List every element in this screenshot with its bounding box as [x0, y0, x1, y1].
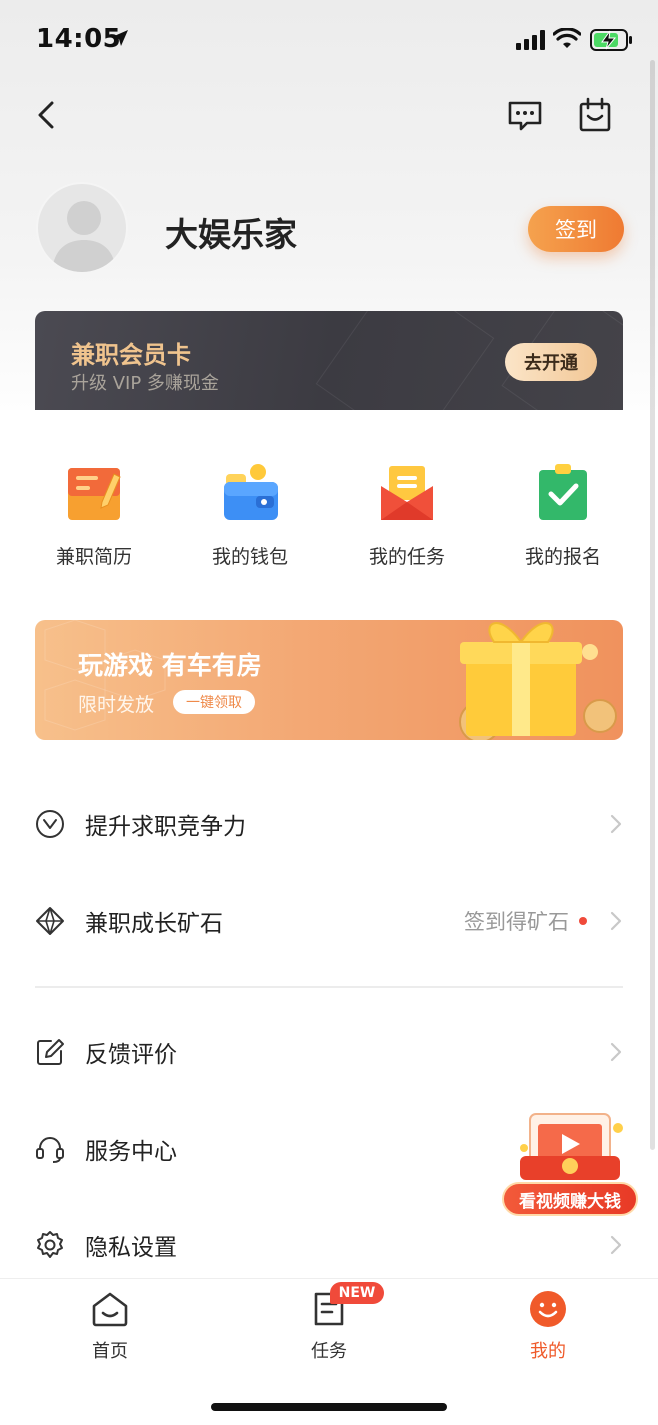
floating-video-ad[interactable]: 看视频赚大钱 — [500, 1108, 640, 1220]
username[interactable]: 大娱乐家 — [165, 208, 297, 256]
menu-item-growth-ore[interactable]: 兼职成长矿石 签到得矿石 — [35, 891, 623, 951]
menu-item-right — [609, 1215, 623, 1275]
chevron-right-icon — [610, 1235, 622, 1255]
card-decoration — [315, 311, 495, 421]
quick-action-wallet[interactable]: 我的钱包 — [195, 462, 305, 572]
menu-item-right: 签到得矿石 — [464, 891, 623, 951]
quick-action-label: 我的钱包 — [211, 546, 288, 568]
menu-item-privacy[interactable]: 隐私设置 — [35, 1215, 623, 1275]
quick-action-label: 我的报名 — [524, 546, 601, 568]
promo-banner[interactable]: 玩游戏 有车有房 限时发放 一键领取 — [35, 620, 623, 740]
banner-title: 玩游戏 有车有房 — [78, 651, 262, 680]
quick-action-signups[interactable]: 我的报名 — [508, 462, 618, 572]
gear-icon — [37, 1231, 63, 1258]
menu-item-label: 兼职成长矿石 — [85, 911, 223, 937]
menu-item-right — [609, 1022, 623, 1082]
wallet-icon — [224, 464, 278, 520]
chevron-right-icon — [610, 814, 622, 834]
headset-icon — [36, 1137, 64, 1163]
menu-item-label: 提升求职竞争力 — [85, 814, 246, 840]
status-time: 14:05 — [36, 24, 122, 54]
menu-item-hint: 签到得矿石 — [464, 910, 569, 934]
wifi-icon — [553, 28, 581, 48]
vip-card-title: 兼职会员卡 — [71, 341, 191, 369]
chevron-right-icon — [610, 1042, 622, 1062]
tab-mine[interactable]: 我的 — [488, 1289, 608, 1369]
cellular-signal-icon — [516, 30, 545, 50]
signin-button[interactable]: 签到 — [528, 206, 624, 252]
quick-action-resume[interactable]: 兼职简历 — [39, 462, 149, 572]
home-indicator[interactable] — [211, 1403, 447, 1411]
calendar-icon[interactable] — [577, 96, 613, 134]
menu-item-right — [609, 794, 623, 854]
home-icon — [92, 1292, 128, 1327]
quick-action-label: 我的任务 — [368, 546, 445, 568]
tab-label: 首页 — [92, 1341, 128, 1362]
battery-charging-icon — [590, 29, 632, 51]
banner-subtitle: 限时发放 — [78, 694, 155, 716]
status-bar: 14:05 — [0, 0, 658, 80]
default-avatar-icon — [52, 201, 116, 272]
tab-home[interactable]: 首页 — [50, 1289, 170, 1369]
vip-card[interactable]: 兼职会员卡 升级 VIP 多赚现金 去开通 — [35, 311, 623, 421]
edit-icon — [37, 1039, 64, 1065]
vip-open-button[interactable]: 去开通 — [505, 343, 597, 381]
gift-box-icon — [459, 622, 617, 740]
tab-label: 我的 — [530, 1341, 566, 1362]
menu-item-label: 服务中心 — [85, 1139, 177, 1165]
resume-icon — [68, 468, 121, 520]
banner-claim-button[interactable]: 一键领取 — [173, 690, 255, 714]
diamond-icon — [36, 907, 64, 935]
chevron-right-icon — [610, 911, 622, 931]
message-icon[interactable] — [506, 98, 544, 134]
location-arrow-icon — [112, 30, 128, 46]
vip-down-icon — [36, 810, 64, 838]
back-icon[interactable] — [30, 98, 64, 132]
new-badge: NEW — [330, 1282, 384, 1304]
task-envelope-icon — [381, 466, 433, 520]
notification-dot — [579, 917, 587, 925]
signup-check-icon — [539, 464, 587, 520]
floating-ad-label: 看视频赚大钱 — [502, 1182, 638, 1216]
video-clapper-icon — [520, 1113, 623, 1180]
menu-item-feedback[interactable]: 反馈评价 — [35, 1022, 623, 1082]
divider — [35, 986, 623, 988]
quick-action-tasks[interactable]: 我的任务 — [352, 462, 462, 572]
scrollbar[interactable] — [650, 60, 655, 1150]
quick-action-label: 兼职简历 — [55, 546, 132, 568]
menu-item-label: 反馈评价 — [85, 1042, 177, 1068]
menu-item-competitiveness[interactable]: 提升求职竞争力 — [35, 794, 623, 854]
menu-item-label: 隐私设置 — [85, 1235, 177, 1261]
vip-card-subtitle: 升级 VIP 多赚现金 — [71, 373, 219, 394]
avatar[interactable] — [36, 182, 128, 274]
tab-label: 任务 — [311, 1341, 347, 1362]
smile-icon — [530, 1291, 566, 1327]
